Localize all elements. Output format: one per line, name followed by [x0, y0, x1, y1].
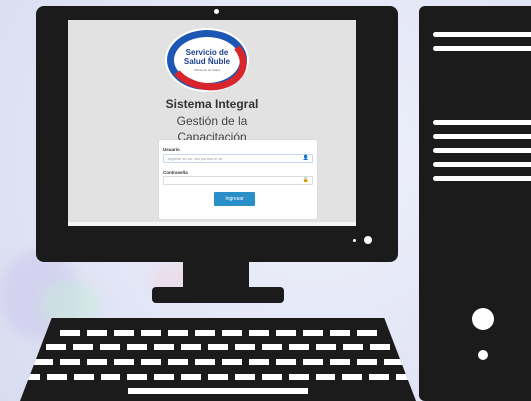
key [59, 359, 80, 365]
key [140, 359, 161, 365]
key [194, 359, 215, 365]
key [113, 330, 134, 336]
key [288, 374, 309, 380]
key [221, 359, 242, 365]
password-label: Contraseña [163, 170, 188, 175]
key [86, 359, 107, 365]
computer-tower [419, 6, 531, 401]
servicio-salud-logo: Servicio de Salud Ñuble Ministerio de Sa… [165, 28, 249, 92]
username-field[interactable]: Ingrese su rut, sin puntos ni dv 👤 [163, 154, 313, 163]
username-placeholder: Ingrese su rut, sin puntos ni dv [168, 156, 223, 161]
key [73, 344, 93, 350]
key [194, 330, 215, 336]
login-screen: Servicio de Salud Ñuble Ministerio de Sa… [68, 20, 356, 226]
key [154, 344, 174, 350]
key [100, 374, 121, 380]
monitor: Servicio de Salud Ñuble Ministerio de Sa… [36, 6, 398, 262]
monitor-stand-base [152, 287, 284, 303]
key [356, 330, 377, 336]
keyboard-row [20, 374, 416, 380]
monitor-power-button [364, 236, 372, 244]
key [32, 359, 53, 365]
logo-line1: Servicio de [185, 48, 229, 57]
screen-bottom-strip [68, 222, 356, 226]
key [113, 359, 134, 365]
key [73, 374, 94, 380]
login-form: Usuario Ingrese su rut, sin puntos ni dv… [159, 140, 317, 219]
keyboard [20, 318, 416, 401]
key [46, 374, 67, 380]
key [140, 330, 161, 336]
key [86, 330, 107, 336]
spacebar [128, 388, 308, 394]
vent-slot [433, 176, 531, 181]
vent-slot [433, 120, 531, 125]
keyboard-row [20, 330, 416, 336]
key [181, 374, 202, 380]
logo-line2: Salud Ñuble [183, 57, 231, 66]
logo-tagline: Ministerio de Salud [194, 68, 220, 72]
key [343, 344, 363, 350]
drive-bay [433, 46, 531, 51]
key [208, 374, 228, 380]
key [167, 359, 188, 365]
key [154, 374, 175, 380]
app-title: Sistema Integral [165, 97, 259, 111]
tower-power-button [472, 308, 494, 330]
drive-bay [433, 32, 531, 37]
vent-slot [433, 134, 531, 139]
key [275, 359, 296, 365]
logo-text: Servicio de Salud Ñuble [165, 48, 249, 66]
key [302, 359, 323, 365]
key [383, 359, 404, 365]
key [329, 359, 350, 365]
key [248, 359, 269, 365]
key [167, 330, 188, 336]
key [127, 344, 147, 350]
key [46, 344, 66, 350]
key [369, 374, 390, 380]
key [248, 330, 269, 336]
key [59, 330, 80, 336]
key [396, 374, 416, 380]
key [20, 374, 40, 380]
keyboard-row [20, 344, 416, 350]
key [100, 344, 120, 350]
webcam-dot [214, 9, 219, 14]
login-button[interactable]: Ingresar [214, 192, 255, 206]
key [329, 330, 350, 336]
key [181, 344, 201, 350]
password-field[interactable]: 🔒 [163, 176, 313, 185]
lock-icon: 🔒 [302, 177, 309, 183]
key [235, 344, 255, 350]
key [275, 330, 296, 336]
key [315, 374, 336, 380]
key [221, 330, 242, 336]
key [261, 374, 282, 380]
key [208, 344, 228, 350]
key [356, 359, 377, 365]
key [289, 344, 309, 350]
key [262, 344, 282, 350]
tower-led [478, 350, 488, 360]
key [316, 344, 336, 350]
monitor-indicator-small [353, 239, 356, 242]
key [302, 330, 323, 336]
user-icon: 👤 [302, 155, 309, 161]
key [127, 374, 148, 380]
vent-slot [433, 148, 531, 153]
key [342, 374, 363, 380]
key [234, 374, 255, 380]
keyboard-row [20, 359, 416, 365]
app-subtitle-line1: Gestión de la [176, 114, 248, 128]
vent-slot [433, 162, 531, 167]
username-label: Usuario [163, 147, 180, 152]
key [370, 344, 390, 350]
